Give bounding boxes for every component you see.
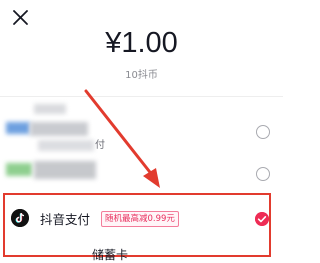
price-amount: ¥1.00	[105, 27, 178, 59]
blurred-label-block	[34, 161, 96, 179]
promo-badge: 随机最高减0.99元	[101, 211, 179, 227]
radio-unselected[interactable]	[256, 167, 270, 181]
blurred-icon-block	[6, 122, 30, 134]
radio-unselected[interactable]	[256, 125, 270, 139]
coin-amount: 10抖币	[125, 70, 158, 81]
payment-method-label: 付	[95, 140, 105, 151]
blurred-label-block	[34, 104, 66, 114]
payment-method-label: 抖音支付	[40, 212, 91, 227]
payment-method-label[interactable]: 储蓄卡	[92, 246, 128, 263]
blurred-label-block	[38, 140, 94, 151]
blurred-label-block	[30, 122, 88, 136]
blurred-icon-block	[6, 163, 32, 176]
checkmark-selected-icon[interactable]	[255, 212, 269, 226]
divider	[0, 96, 283, 97]
tiktok-logo-icon	[11, 209, 29, 227]
